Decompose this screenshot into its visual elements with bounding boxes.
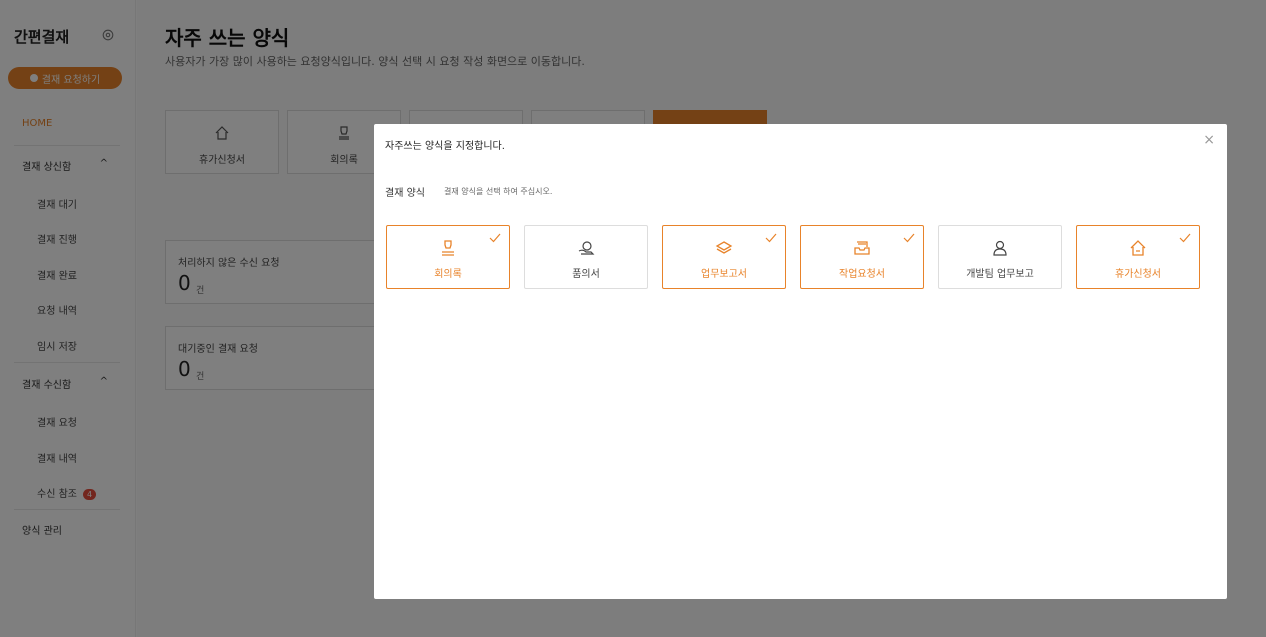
- card-label: 휴가신청서: [1115, 269, 1161, 280]
- form-card-work-report[interactable]: 업무보고서: [662, 225, 786, 289]
- money-hand-icon: [578, 241, 595, 255]
- layers-icon: [715, 241, 733, 254]
- card-label: 품의서: [572, 269, 600, 280]
- person-icon: [993, 240, 1007, 256]
- form-hint: 결재 양식을 선택 하여 주십시오.: [444, 187, 553, 196]
- card-label: 업무보고서: [701, 269, 747, 280]
- form-card-proposal[interactable]: 품의서: [524, 225, 648, 289]
- card-label: 개발팀 업무보고: [966, 269, 1034, 280]
- inbox-icon: [854, 241, 870, 255]
- check-icon: [489, 233, 501, 243]
- form-label: 결재 양식: [385, 188, 425, 199]
- check-icon: [765, 233, 777, 243]
- check-icon: [1179, 233, 1191, 243]
- form-card-minutes[interactable]: 회의록: [386, 225, 510, 289]
- favorite-form-modal: 자주쓰는 양식을 지정합니다. × 결재 양식 결재 양식을 선택 하여 주십시…: [374, 124, 1227, 599]
- card-label: 회의록: [434, 269, 462, 280]
- form-card-dev-report[interactable]: 개발팀 업무보고: [938, 225, 1062, 289]
- modal-title: 자주쓰는 양식을 지정합니다.: [385, 141, 505, 152]
- card-label: 작업요청서: [839, 269, 885, 280]
- house-icon: [1130, 240, 1146, 256]
- check-icon: [903, 233, 915, 243]
- stamp-icon: [442, 240, 454, 256]
- form-card-work-request[interactable]: 작업요청서: [800, 225, 924, 289]
- close-icon[interactable]: ×: [1203, 133, 1215, 147]
- form-card-vacation[interactable]: 휴가신청서: [1076, 225, 1200, 289]
